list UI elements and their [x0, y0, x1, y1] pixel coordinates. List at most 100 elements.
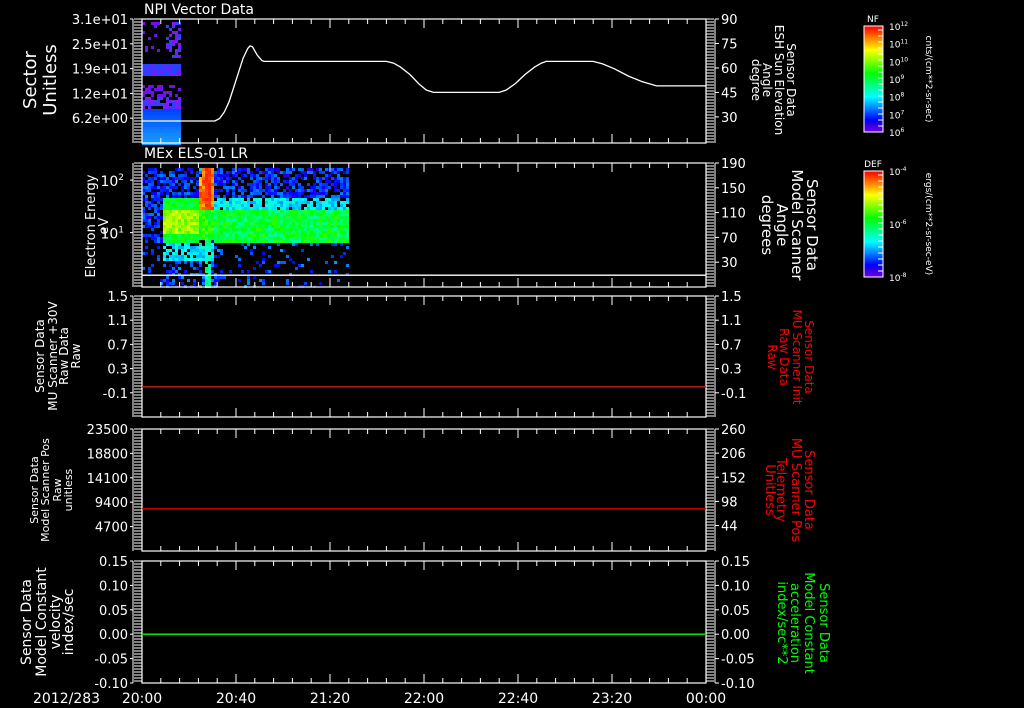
spectrogram-cell	[235, 234, 238, 237]
spectrogram-cell	[259, 204, 262, 207]
panel-frame	[141, 428, 707, 552]
spectrogram-cell	[190, 204, 193, 207]
spectrogram-cell	[343, 222, 346, 225]
spectrogram-cell	[208, 210, 211, 213]
spectrogram-cell	[280, 222, 283, 225]
spectrogram-cell	[289, 231, 292, 234]
spectrogram-cell	[301, 210, 304, 213]
spectrogram-cell	[199, 201, 202, 204]
spectrogram-cell	[187, 183, 190, 186]
spectrogram-cell	[229, 201, 232, 204]
spectrogram-cell	[208, 174, 211, 177]
spectrogram-cell	[148, 270, 151, 273]
spectrogram-cell	[163, 201, 166, 204]
sector-heatmap-cell	[157, 22, 160, 25]
spectrogram-cell	[280, 195, 283, 198]
spectrogram-cell	[310, 189, 313, 192]
spectrogram-cell	[337, 174, 340, 177]
sector-heatmap-cell	[154, 136, 157, 139]
sector-heatmap-cell	[145, 67, 148, 70]
spectrogram-cell	[331, 228, 334, 231]
spectrogram-cell	[298, 207, 301, 210]
spectrogram-cell	[259, 216, 262, 219]
spectrogram-cell	[199, 189, 202, 192]
spectrogram-cell	[232, 204, 235, 207]
sector-heatmap-cell	[175, 130, 178, 133]
spectrogram-cell	[250, 216, 253, 219]
spectrogram-cell	[295, 174, 298, 177]
spectrogram-cell	[214, 204, 217, 207]
spectrogram-cell	[340, 255, 343, 258]
spectrogram-cell	[250, 183, 253, 186]
right-tick-label: -0.05	[721, 653, 755, 668]
sector-heatmap-cell	[148, 91, 151, 94]
spectrogram-cell	[247, 195, 250, 198]
tick-base: 10	[889, 129, 901, 139]
left-tick-label: 0.7	[107, 338, 128, 353]
spectrogram-cell	[319, 216, 322, 219]
spectrogram-cell	[289, 240, 292, 243]
spectrogram-cell	[289, 177, 292, 180]
spectrogram-cell	[295, 243, 298, 246]
spectrogram-cell	[286, 279, 289, 282]
spectrogram-cell	[313, 183, 316, 186]
spectrogram-cell	[175, 213, 178, 216]
spectrogram-cell	[190, 264, 193, 267]
spectrogram-cell	[157, 222, 160, 225]
spectrogram-cell	[220, 201, 223, 204]
spectrogram-cell	[316, 168, 319, 171]
spectrogram-cell	[295, 195, 298, 198]
sector-heatmap-cell	[163, 127, 166, 130]
sector-heatmap-cell	[166, 133, 169, 136]
sector-heatmap-cell	[157, 49, 160, 52]
spectrogram-cell	[256, 168, 259, 171]
spectrogram-cell	[208, 201, 211, 204]
spectrogram-cell	[145, 237, 148, 240]
spectrogram-cell	[298, 195, 301, 198]
spectrogram-cell	[289, 171, 292, 174]
spectrogram-cell	[163, 240, 166, 243]
spectrogram-cell	[187, 189, 190, 192]
spectrogram-cell	[181, 180, 184, 183]
spectrogram-cell	[289, 189, 292, 192]
spectrogram-cell	[283, 249, 286, 252]
spectrogram-cell	[193, 234, 196, 237]
spectrogram-cell	[313, 192, 316, 195]
spectrogram-cell	[316, 192, 319, 195]
spectrogram-cell	[319, 201, 322, 204]
tick-exponent: 8	[900, 92, 904, 99]
spectrogram-cell	[238, 171, 241, 174]
spectrogram-cell	[205, 174, 208, 177]
sector-heatmap-cell	[154, 22, 157, 25]
spectrogram-cell	[280, 210, 283, 213]
spectrogram-cell	[148, 168, 151, 171]
sector-heatmap-cell	[151, 64, 154, 67]
spectrogram-cell	[301, 249, 304, 252]
date-label: 2012/283	[33, 691, 100, 707]
spectrogram-cell	[346, 180, 349, 183]
spectrogram-cell	[271, 195, 274, 198]
spectrogram-cell	[277, 219, 280, 222]
spectrogram-cell	[298, 219, 301, 222]
spectrogram-cell	[295, 216, 298, 219]
spectrogram-cell	[148, 171, 151, 174]
spectrogram-cell	[346, 207, 349, 210]
sector-heatmap-cell	[154, 25, 157, 28]
spectrogram-cell	[145, 219, 148, 222]
spectrogram-cell	[310, 192, 313, 195]
sector-heatmap-cell	[172, 124, 175, 127]
spectrogram-cell	[163, 231, 166, 234]
right-axis-label: degree	[749, 59, 763, 101]
sector-heatmap-cell	[169, 40, 172, 43]
spectrogram-cell	[319, 186, 322, 189]
spectrogram-cell	[169, 237, 172, 240]
spectrogram-cell	[172, 207, 175, 210]
tick-base: 10	[889, 94, 901, 104]
sector-heatmap-cell	[151, 94, 154, 97]
spectrogram-cell	[196, 183, 199, 186]
spectrogram-cell	[187, 228, 190, 231]
sector-heatmap-cell	[169, 91, 172, 94]
spectrogram-cell	[193, 222, 196, 225]
left-tick-label: 1.5	[107, 290, 128, 305]
spectrogram-cell	[265, 219, 268, 222]
